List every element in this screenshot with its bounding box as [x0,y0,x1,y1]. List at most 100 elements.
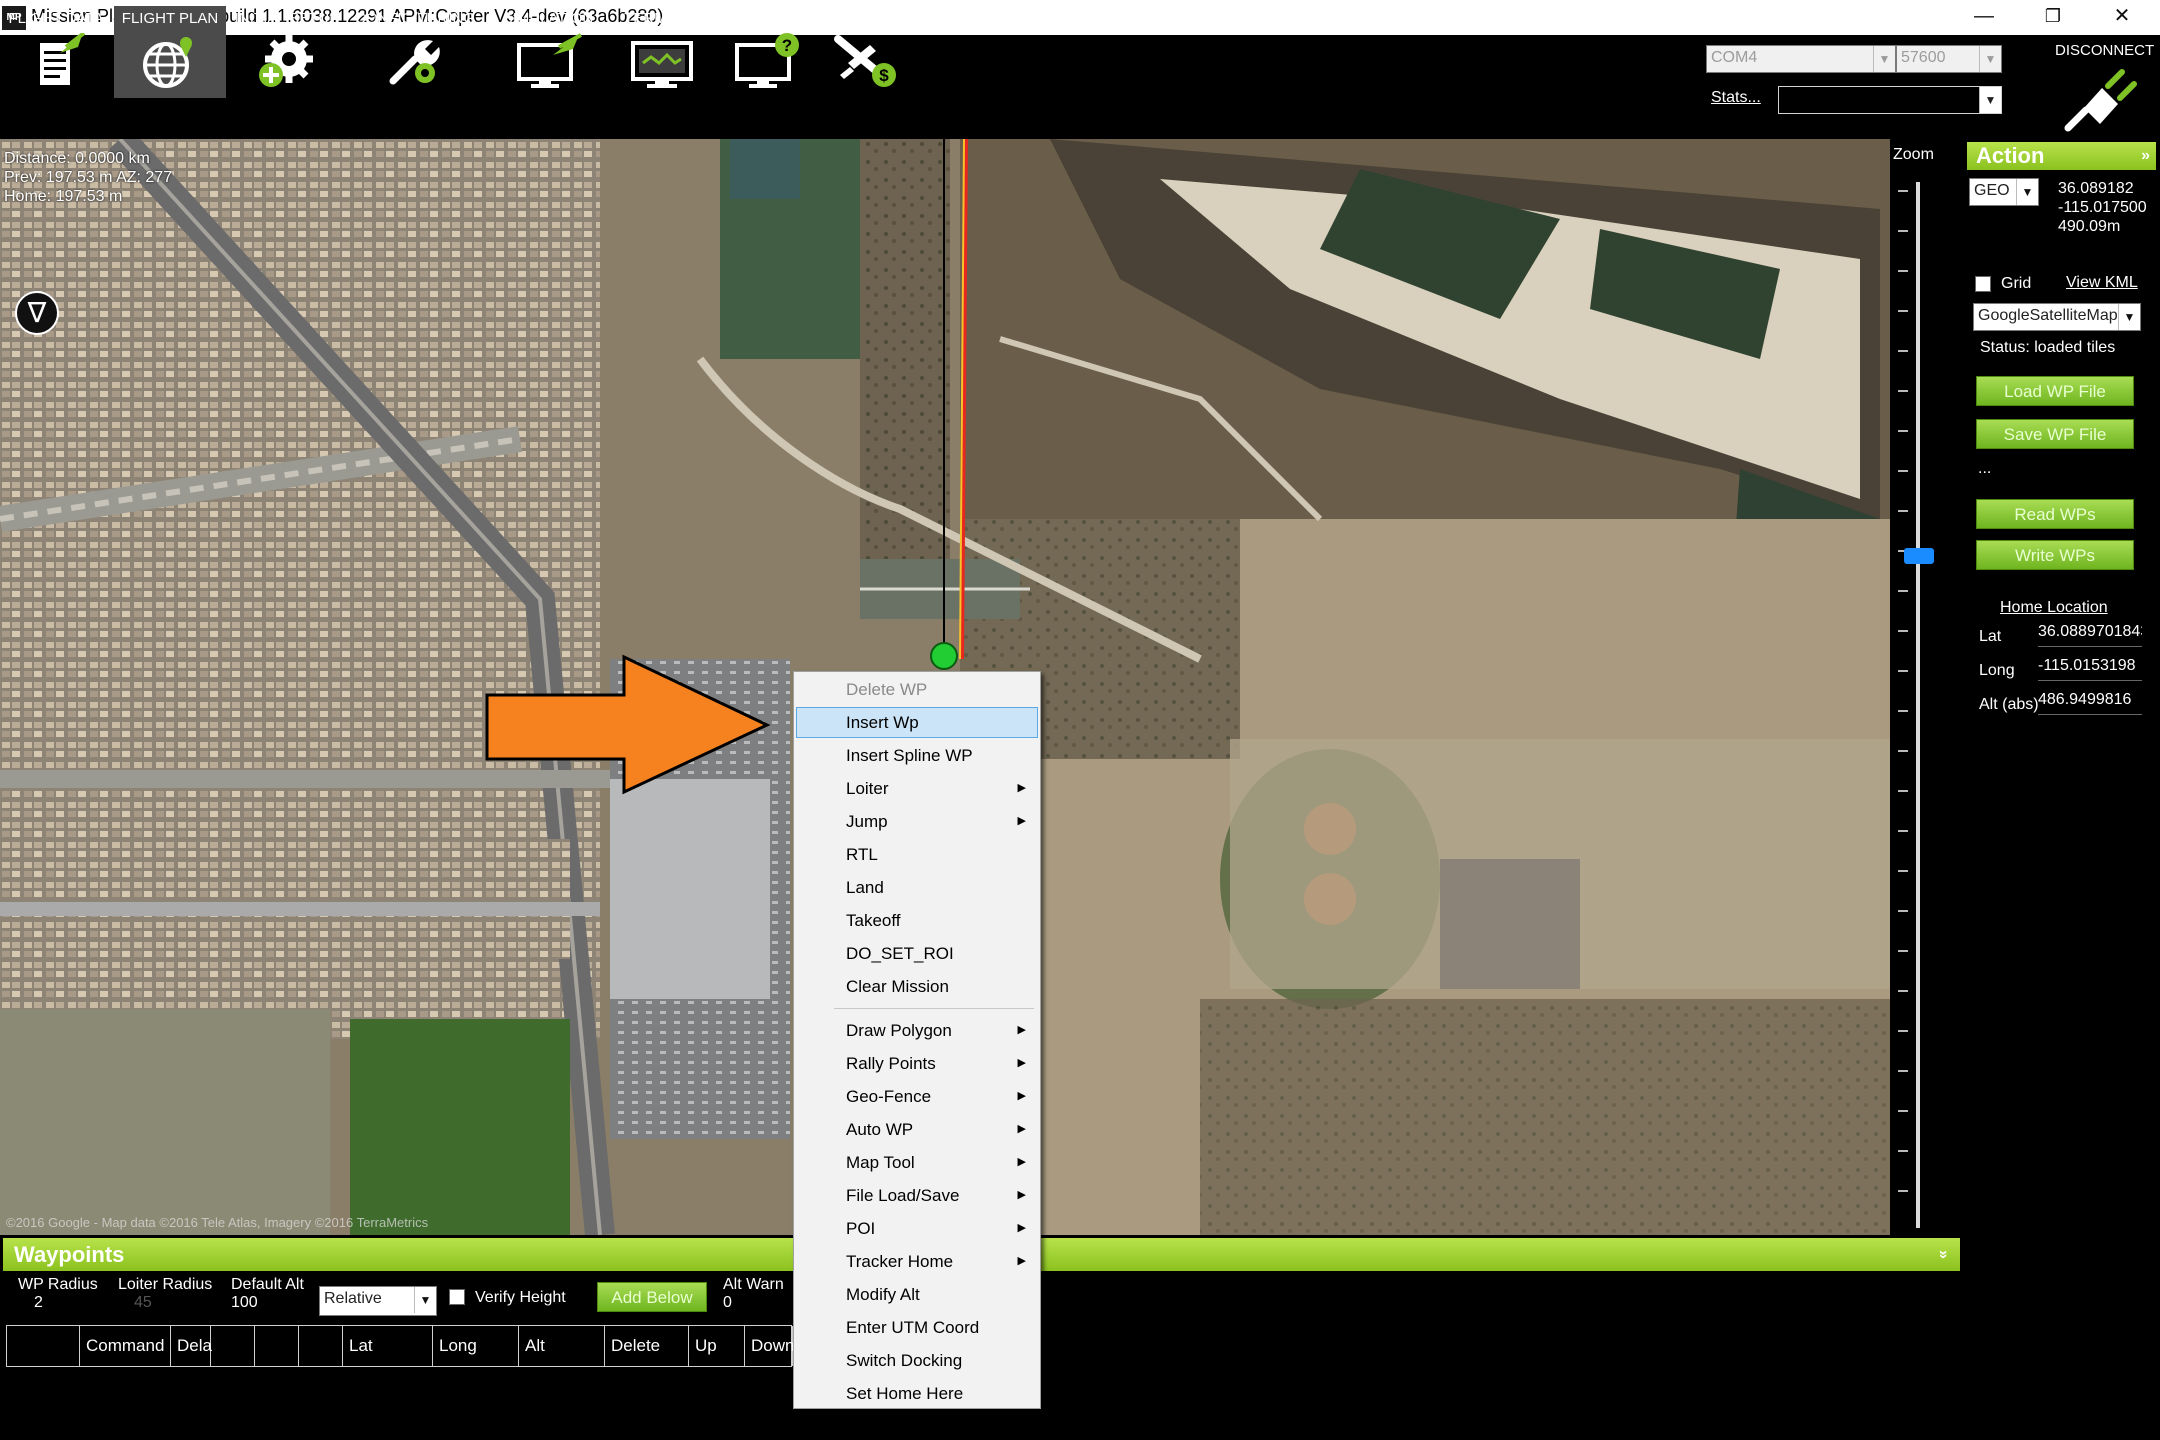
write-wps-button[interactable]: Write WPs [1976,540,2134,570]
column-header[interactable]: Command [80,1326,171,1366]
menu-item-clear-mission[interactable]: Clear Mission [796,971,1038,1002]
home-marker-icon[interactable] [930,642,958,670]
tab-donate[interactable]: DONATE $ [820,6,910,98]
tab-help[interactable]: HELP ? [722,6,810,98]
close-button[interactable]: ✕ [2091,0,2153,35]
zoom-tick [1898,990,1908,992]
tab-simulation-label: SIMULATION [502,10,594,27]
coord-system-select[interactable]: GEO ▼ [1969,178,2039,206]
menu-item-enter-utm-coord[interactable]: Enter UTM Coord [796,1312,1038,1343]
menu-item-label: Land [846,878,884,897]
menu-separator [834,1008,1034,1009]
menu-item-file-load-save[interactable]: File Load/Save ▶ [796,1180,1038,1211]
column-header[interactable]: Down [745,1326,794,1366]
home-long-field[interactable]: -115.0153198 [2038,655,2142,681]
menu-item-rally-points[interactable]: Rally Points ▶ [796,1048,1038,1079]
loiter-radius-field[interactable]: 45 [134,1294,152,1312]
add-below-button[interactable]: Add Below [597,1282,707,1312]
grid-checkbox[interactable] [1975,276,1991,292]
verify-height-checkbox[interactable] [449,1289,465,1305]
menu-item-poi[interactable]: POI ▶ [796,1213,1038,1244]
tab-terminal[interactable]: TERMINAL [618,6,706,98]
tab-simulation[interactable]: SIMULATION [498,6,598,98]
save-wp-file-button[interactable]: Save WP File [1976,419,2134,449]
home-lat-field[interactable]: 36.0889701843 [2038,621,2142,647]
tab-initial-setup[interactable]: INITIAL SETUP [232,6,342,98]
menu-item-land[interactable]: Land [796,872,1038,903]
alt-warn-field[interactable]: 0 [723,1294,732,1312]
load-wp-file-button[interactable]: Load WP File [1976,376,2134,406]
column-header[interactable]: Lat [343,1326,433,1366]
tile-status: Status: loaded tiles [1980,339,2116,356]
home-alt-field[interactable]: 486.9499816 [2038,689,2142,715]
menu-item-switch-docking[interactable]: Switch Docking [796,1345,1038,1376]
menu-item-draw-polygon[interactable]: Draw Polygon ▶ [796,1015,1038,1046]
menu-item-rtl[interactable]: RTL [796,839,1038,870]
menu-item-label: RTL [846,845,878,864]
cursor-lng: -115.017500 [2058,199,2147,216]
submenu-arrow-icon: ▶ [1017,815,1026,827]
zoom-tick [1898,1070,1908,1072]
column-header[interactable]: Dela [171,1326,212,1366]
more-options-button[interactable]: ... [1978,460,1991,478]
svg-text:?: ? [782,36,792,55]
waypoint-grid-header: Command Dela Lat Long Alt Delete Up Down [6,1325,794,1367]
baud-select-value: 57600 [1901,49,1946,66]
menu-item-tracker-home[interactable]: Tracker Home ▶ [796,1246,1038,1277]
menu-item-loiter[interactable]: Loiter ▶ [796,773,1038,804]
config-tuning-icon [389,40,440,85]
map-context-menu: Delete WP Insert Wp Insert Spline WP Loiter… [793,671,1041,1409]
menu-item-label: Clear Mission [846,977,949,996]
zoom-slider-thumb[interactable] [1904,548,1934,564]
alt-mode-select[interactable]: Relative ▼ [319,1286,437,1316]
column-header[interactable] [299,1326,343,1366]
home-location-link[interactable]: Home Location [2000,599,2108,617]
column-header[interactable]: Alt [519,1326,605,1366]
menu-item-jump[interactable]: Jump ▶ [796,806,1038,837]
menu-item-modify-alt[interactable]: Modify Alt [796,1279,1038,1310]
column-header[interactable]: Long [433,1326,519,1366]
view-kml-link[interactable]: View KML [2066,274,2138,292]
connection-type-select[interactable]: ▼ [1778,86,2002,114]
zoom-slider-track[interactable] [1916,182,1920,1228]
menu-item-map-tool[interactable]: Map Tool ▶ [796,1147,1038,1178]
compass-icon[interactable]: ∇ [15,291,59,335]
menu-item-takeoff[interactable]: Takeoff [796,905,1038,936]
map-provider-value: GoogleSatelliteMap [1978,307,2118,324]
menu-item-insert-spline-wp[interactable]: Insert Spline WP [796,740,1038,771]
submenu-arrow-icon: ▶ [1017,1189,1026,1201]
column-header[interactable] [211,1326,255,1366]
action-panel-header[interactable]: Action » [1967,142,2156,170]
zoom-tick [1898,390,1908,392]
terminal-icon [631,41,693,88]
baud-select[interactable]: 57600 ▼ [1896,45,2002,73]
tab-config-tuning[interactable]: CONFIG/TUNING [352,6,478,98]
menu-item-do-set-roi[interactable]: DO_SET_ROI [796,938,1038,969]
menu-item-geo-fence[interactable]: Geo-Fence ▶ [796,1081,1038,1112]
minimize-button[interactable]: — [1953,0,2015,35]
menu-item-set-home-here[interactable]: Set Home Here [796,1378,1038,1409]
restore-button[interactable]: ❐ [2022,0,2084,35]
column-header[interactable]: Up [689,1326,745,1366]
port-select[interactable]: COM4 ▼ [1706,45,1896,73]
column-header[interactable]: Delete [605,1326,689,1366]
home-long-label: Long [1979,662,2015,679]
zoom-tick [1898,1030,1908,1032]
collapse-chevron-icon[interactable]: » [2141,142,2150,170]
zoom-tick [1898,1190,1908,1192]
map-provider-select[interactable]: GoogleSatelliteMap ▼ [1973,303,2141,331]
tab-flight-data[interactable]: FLIGHT DATA [2,6,110,98]
stats-link[interactable]: Stats... [1711,89,1761,107]
default-alt-field[interactable]: 100 [231,1294,258,1312]
column-header[interactable] [7,1326,80,1366]
read-wps-button[interactable]: Read WPs [1976,499,2134,529]
collapse-chevron-icon[interactable]: » [1927,1250,1960,1259]
menu-item-auto-wp[interactable]: Auto WP ▶ [796,1114,1038,1145]
menu-item-delete-wp[interactable]: Delete WP [796,674,1038,705]
disconnect-label: DISCONNECT [2055,42,2155,59]
column-header[interactable] [255,1326,299,1366]
disconnect-plug-icon[interactable] [2062,66,2142,132]
menu-item-insert-wp[interactable]: Insert Wp [796,707,1038,738]
wp-radius-field[interactable]: 2 [34,1294,43,1312]
tab-flight-plan[interactable]: FLIGHT PLAN [114,6,226,98]
